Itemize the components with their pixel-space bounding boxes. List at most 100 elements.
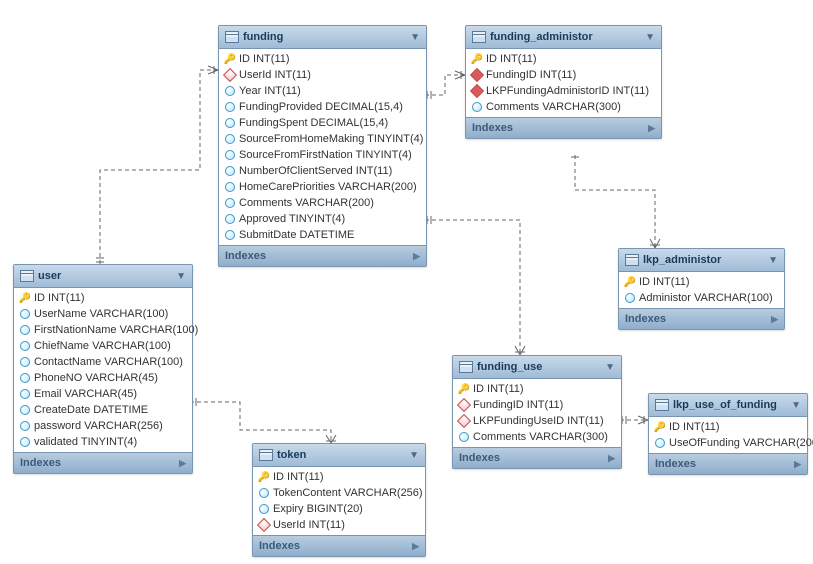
column-row[interactable]: FundingID INT(11) bbox=[466, 67, 661, 83]
column-row[interactable]: 🔑ID INT(11) bbox=[219, 51, 426, 67]
column-list: 🔑ID INT(11) UserId INT(11) Year INT(11) … bbox=[219, 49, 426, 245]
column-row[interactable]: FundingProvided DECIMAL(15,4) bbox=[219, 99, 426, 115]
expand-icon: ▶ bbox=[794, 459, 801, 470]
table-lkp-administor[interactable]: lkp_administor ▼ 🔑 ID INT(11) Administor … bbox=[618, 248, 785, 330]
expand-icon: ▶ bbox=[179, 458, 186, 469]
column-row[interactable]: password VARCHAR(256) bbox=[14, 418, 192, 434]
column-row[interactable]: Comments VARCHAR(300) bbox=[453, 429, 621, 445]
column-text: FundingProvided DECIMAL(15,4) bbox=[239, 101, 403, 113]
collapse-icon[interactable]: ▼ bbox=[605, 362, 615, 373]
column-row[interactable]: UserId INT(11) bbox=[253, 517, 425, 533]
table-user[interactable]: user ▼ 🔑ID INT(11) UserName VARCHAR(100)… bbox=[13, 264, 193, 474]
table-header[interactable]: lkp_use_of_funding ▼ bbox=[649, 394, 807, 417]
indexes-label: Indexes bbox=[625, 313, 666, 325]
column-row[interactable]: Year INT(11) bbox=[219, 83, 426, 99]
attr-icon bbox=[459, 432, 469, 442]
column-row[interactable]: FundingSpent DECIMAL(15,4) bbox=[219, 115, 426, 131]
column-text: password VARCHAR(256) bbox=[34, 420, 163, 432]
indexes-footer[interactable]: Indexes ▶ bbox=[649, 453, 807, 474]
collapse-icon[interactable]: ▼ bbox=[791, 400, 801, 411]
collapse-icon[interactable]: ▼ bbox=[409, 450, 419, 461]
collapse-icon[interactable]: ▼ bbox=[176, 271, 186, 282]
table-header[interactable]: token ▼ bbox=[253, 444, 425, 467]
table-funding-administor[interactable]: funding_administor ▼ 🔑ID INT(11) Funding… bbox=[465, 25, 662, 139]
column-list: 🔑ID INT(11) TokenContent VARCHAR(256) Ex… bbox=[253, 467, 425, 535]
column-row[interactable]: Approved TINYINT(4) bbox=[219, 211, 426, 227]
column-row[interactable]: ContactName VARCHAR(100) bbox=[14, 354, 192, 370]
column-row[interactable]: Expiry BIGINT(20) bbox=[253, 501, 425, 517]
column-row[interactable]: SubmitDate DATETIME bbox=[219, 227, 426, 243]
table-header[interactable]: funding_administor ▼ bbox=[466, 26, 661, 49]
column-text: ID INT(11) bbox=[639, 276, 690, 288]
column-text: FundingID INT(11) bbox=[486, 69, 576, 81]
attr-icon bbox=[20, 357, 30, 367]
column-row[interactable]: 🔑ID INT(11) bbox=[14, 290, 192, 306]
table-icon bbox=[625, 254, 639, 266]
column-row[interactable]: Administor VARCHAR(100) bbox=[619, 290, 784, 306]
column-row[interactable]: PhoneNO VARCHAR(45) bbox=[14, 370, 192, 386]
table-header[interactable]: funding ▼ bbox=[219, 26, 426, 49]
column-text: Comments VARCHAR(300) bbox=[486, 101, 621, 113]
column-row[interactable]: TokenContent VARCHAR(256) bbox=[253, 485, 425, 501]
column-row[interactable]: Email VARCHAR(45) bbox=[14, 386, 192, 402]
column-row[interactable]: FundingID INT(11) bbox=[453, 397, 621, 413]
column-row[interactable]: SourceFromHomeMaking TINYINT(4) bbox=[219, 131, 426, 147]
attr-icon bbox=[259, 488, 269, 498]
column-row[interactable]: CreateDate DATETIME bbox=[14, 402, 192, 418]
column-list: 🔑ID INT(11) UserName VARCHAR(100) FirstN… bbox=[14, 288, 192, 452]
table-icon bbox=[259, 449, 273, 461]
table-header[interactable]: user ▼ bbox=[14, 265, 192, 288]
column-row[interactable]: 🔑ID INT(11) bbox=[466, 51, 661, 67]
column-row[interactable]: validated TINYINT(4) bbox=[14, 434, 192, 450]
column-row[interactable]: 🔑ID INT(11) bbox=[253, 469, 425, 485]
pk-icon: 🔑 bbox=[625, 277, 635, 287]
table-icon bbox=[472, 31, 486, 43]
column-text: TokenContent VARCHAR(256) bbox=[273, 487, 423, 499]
indexes-footer[interactable]: Indexes ▶ bbox=[453, 447, 621, 468]
collapse-icon[interactable]: ▼ bbox=[645, 32, 655, 43]
attr-icon bbox=[225, 214, 235, 224]
column-text: LKPFundingAdministorID INT(11) bbox=[486, 85, 649, 97]
table-funding[interactable]: funding ▼ 🔑ID INT(11) UserId INT(11) Yea… bbox=[218, 25, 427, 267]
attr-icon bbox=[225, 86, 235, 96]
indexes-footer[interactable]: Indexes ▶ bbox=[219, 245, 426, 266]
table-title: token bbox=[277, 449, 306, 461]
table-header[interactable]: lkp_administor ▼ bbox=[619, 249, 784, 272]
collapse-icon[interactable]: ▼ bbox=[410, 32, 420, 43]
expand-icon: ▶ bbox=[771, 314, 778, 325]
column-row[interactable]: FirstNationName VARCHAR(100) bbox=[14, 322, 192, 338]
column-row[interactable]: NumberOfClientServed INT(11) bbox=[219, 163, 426, 179]
fk-icon bbox=[259, 520, 269, 530]
column-row[interactable]: Comments VARCHAR(300) bbox=[466, 99, 661, 115]
column-row[interactable]: LKPFundingUseID INT(11) bbox=[453, 413, 621, 429]
collapse-icon[interactable]: ▼ bbox=[768, 255, 778, 266]
fk-icon bbox=[472, 70, 482, 80]
column-row[interactable]: LKPFundingAdministorID INT(11) bbox=[466, 83, 661, 99]
table-title: lkp_use_of_funding bbox=[673, 399, 777, 411]
indexes-footer[interactable]: Indexes ▶ bbox=[466, 117, 661, 138]
column-text: Expiry BIGINT(20) bbox=[273, 503, 363, 515]
column-row[interactable]: UserId INT(11) bbox=[219, 67, 426, 83]
indexes-footer[interactable]: Indexes ▶ bbox=[253, 535, 425, 556]
column-row[interactable]: UseOfFunding VARCHAR(200) bbox=[649, 435, 807, 451]
column-row[interactable]: HomeCarePriorities VARCHAR(200) bbox=[219, 179, 426, 195]
pk-icon: 🔑 bbox=[459, 384, 469, 394]
column-row[interactable]: 🔑 ID INT(11) bbox=[619, 274, 784, 290]
column-text: ID INT(11) bbox=[34, 292, 85, 304]
table-icon bbox=[459, 361, 473, 373]
column-text: Year INT(11) bbox=[239, 85, 301, 97]
column-row[interactable]: ChiefName VARCHAR(100) bbox=[14, 338, 192, 354]
table-funding-use[interactable]: funding_use ▼ 🔑ID INT(11) FundingID INT(… bbox=[452, 355, 622, 469]
column-row[interactable]: SourceFromFirstNation TINYINT(4) bbox=[219, 147, 426, 163]
table-token[interactable]: token ▼ 🔑ID INT(11) TokenContent VARCHAR… bbox=[252, 443, 426, 557]
column-row[interactable]: Comments VARCHAR(200) bbox=[219, 195, 426, 211]
indexes-footer[interactable]: Indexes ▶ bbox=[619, 308, 784, 329]
table-header[interactable]: funding_use ▼ bbox=[453, 356, 621, 379]
column-row[interactable]: 🔑ID INT(11) bbox=[649, 419, 807, 435]
column-row[interactable]: UserName VARCHAR(100) bbox=[14, 306, 192, 322]
column-row[interactable]: 🔑ID INT(11) bbox=[453, 381, 621, 397]
column-text: Approved TINYINT(4) bbox=[239, 213, 345, 225]
indexes-footer[interactable]: Indexes ▶ bbox=[14, 452, 192, 473]
table-lkp-use-of-funding[interactable]: lkp_use_of_funding ▼ 🔑ID INT(11) UseOfFu… bbox=[648, 393, 808, 475]
column-text: CreateDate DATETIME bbox=[34, 404, 148, 416]
